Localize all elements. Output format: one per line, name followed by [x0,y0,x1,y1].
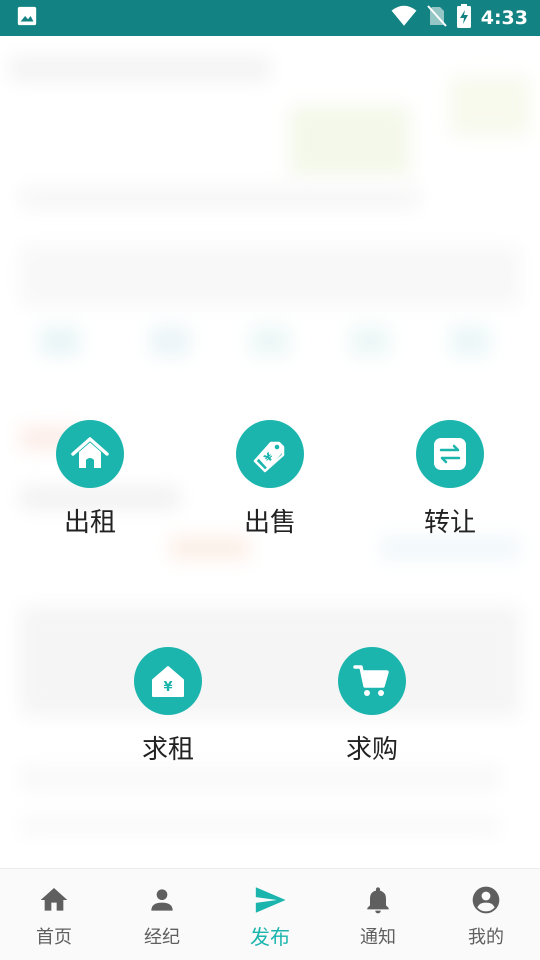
tab-mine[interactable]: 我的 [432,869,540,960]
tab-mine-label: 我的 [468,927,504,948]
account-circle-icon [469,883,503,917]
shopping-cart-icon [338,647,406,715]
image-icon [16,5,38,31]
seek-buy-label: 求购 [345,735,398,765]
battery-charging-icon [456,4,471,32]
sell-label: 出售 [243,508,296,538]
tab-home[interactable]: 首页 [0,869,108,960]
transfer-label: 转让 [423,508,476,538]
house-icon [56,420,124,488]
tab-publish[interactable]: 发布 [216,869,324,960]
tab-broker[interactable]: 经纪 [108,869,216,960]
swap-arrows-icon [416,420,484,488]
tab-notifications-label: 通知 [360,927,396,948]
rent-out-label: 出租 [63,508,116,538]
bottom-tab-bar: 首页 经纪 发布 通知 我的 [0,868,540,960]
wifi-icon [391,5,417,31]
status-time: 4:33 [480,7,528,29]
svg-text:¥: ¥ [163,680,172,695]
status-bar: 4:33 [0,0,540,36]
person-icon [145,883,179,917]
transfer-button[interactable]: 转让 [380,420,520,539]
tab-home-label: 首页 [36,927,72,948]
house-yen-icon: ¥ [134,647,202,715]
seek-buy-button[interactable]: 求购 [302,647,442,766]
rent-out-button[interactable]: 出租 [20,420,160,539]
tab-broker-label: 经纪 [144,927,180,948]
seek-rent-label: 求租 [141,735,194,765]
publish-menu-overlay[interactable]: 出租 ¥ 出售 转让 ¥ 求租 求购 [0,36,540,868]
send-icon [253,883,287,917]
home-icon [37,883,71,917]
no-sim-icon [426,5,447,31]
tab-publish-label: 发布 [250,925,290,949]
seek-rent-button[interactable]: ¥ 求租 [98,647,238,766]
price-tag-yen-icon: ¥ [236,420,304,488]
bell-icon [361,883,395,917]
sell-button[interactable]: ¥ 出售 [200,420,340,539]
tab-notifications[interactable]: 通知 [324,869,432,960]
